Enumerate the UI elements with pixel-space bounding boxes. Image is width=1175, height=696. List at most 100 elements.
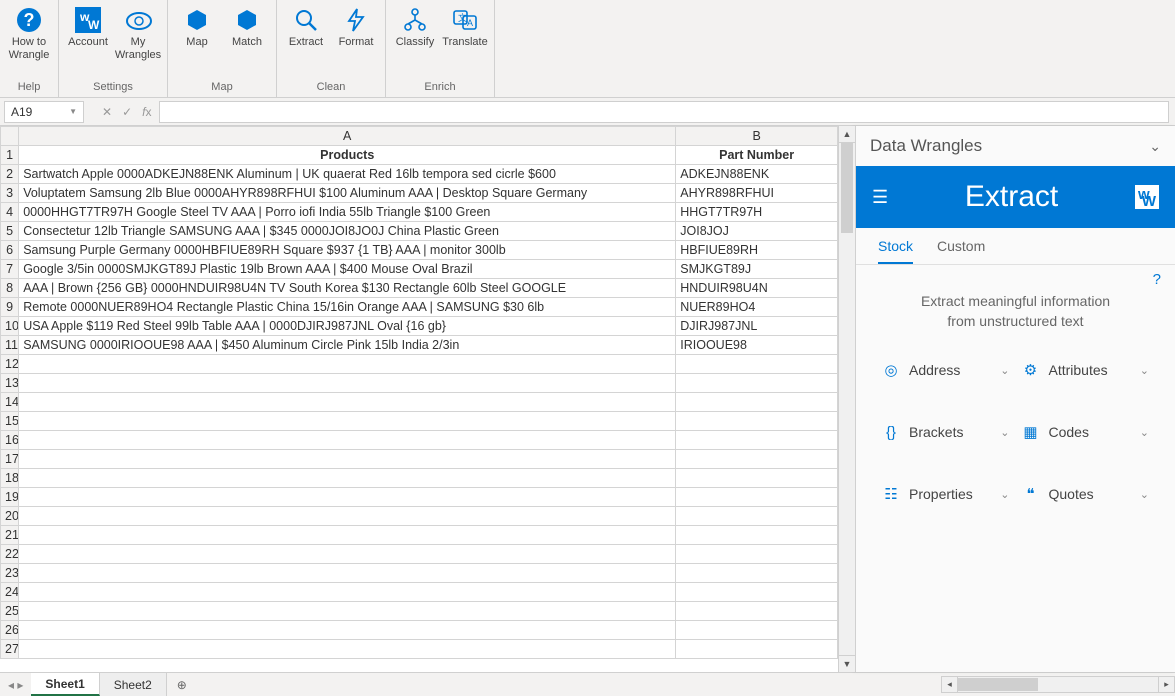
- row-header[interactable]: 3: [1, 184, 19, 203]
- cell[interactable]: [676, 564, 838, 583]
- cell[interactable]: [19, 640, 676, 659]
- sheet-nav[interactable]: ◂ ▸: [0, 673, 31, 696]
- cell[interactable]: Consectetur 12lb Triangle SAMSUNG AAA | …: [19, 222, 676, 241]
- cell[interactable]: SAMSUNG 0000IRIOOUE98 AAA | $450 Aluminu…: [19, 336, 676, 355]
- row-header[interactable]: 20: [1, 507, 19, 526]
- extract-option-quotes[interactable]: ❝Quotes⌄: [1022, 485, 1150, 503]
- row-header[interactable]: 4: [1, 203, 19, 222]
- match-button[interactable]: Match: [224, 6, 270, 49]
- cell[interactable]: Samsung Purple Germany 0000HBFIUE89RH Sq…: [19, 241, 676, 260]
- cell[interactable]: [19, 450, 676, 469]
- row-header[interactable]: 17: [1, 450, 19, 469]
- col-header-b[interactable]: B: [676, 127, 838, 146]
- horizontal-scrollbar[interactable]: ◂ ▸: [941, 673, 1175, 696]
- cell[interactable]: [676, 583, 838, 602]
- cell[interactable]: [19, 507, 676, 526]
- cell[interactable]: [19, 526, 676, 545]
- cell[interactable]: AAA | Brown {256 GB} 0000HNDUIR98U4N TV …: [19, 279, 676, 298]
- row-header[interactable]: 27: [1, 640, 19, 659]
- add-sheet-button[interactable]: ⊕: [167, 673, 197, 696]
- cell[interactable]: [676, 621, 838, 640]
- extract-option-brackets[interactable]: {}Brackets⌄: [882, 423, 1010, 441]
- row-header[interactable]: 11: [1, 336, 19, 355]
- my-wrangles-button[interactable]: MyWrangles: [115, 6, 161, 62]
- cell[interactable]: [676, 431, 838, 450]
- cell[interactable]: Google 3/5in 0000SMJKGT89J Plastic 19lb …: [19, 260, 676, 279]
- cell[interactable]: [19, 564, 676, 583]
- row-header[interactable]: 9: [1, 298, 19, 317]
- row-header[interactable]: 10: [1, 317, 19, 336]
- cell[interactable]: [19, 393, 676, 412]
- hscroll-thumb[interactable]: [958, 678, 1038, 691]
- cell[interactable]: [19, 431, 676, 450]
- row-header[interactable]: 7: [1, 260, 19, 279]
- row-header[interactable]: 1: [1, 146, 19, 165]
- cell[interactable]: [676, 355, 838, 374]
- scroll-left-icon[interactable]: ◂: [941, 676, 958, 693]
- cell[interactable]: NUER89HO4: [676, 298, 838, 317]
- cell[interactable]: HNDUIR98U4N: [676, 279, 838, 298]
- cell[interactable]: [19, 488, 676, 507]
- cell[interactable]: [19, 545, 676, 564]
- cell[interactable]: [19, 469, 676, 488]
- help-icon[interactable]: ?: [1153, 271, 1161, 288]
- collapse-icon[interactable]: ⌄: [1149, 138, 1161, 155]
- tab-custom[interactable]: Custom: [937, 238, 985, 264]
- row-header[interactable]: 5: [1, 222, 19, 241]
- cell[interactable]: IRIOOUE98: [676, 336, 838, 355]
- row-header[interactable]: 24: [1, 583, 19, 602]
- row-header[interactable]: 12: [1, 355, 19, 374]
- extract-option-attributes[interactable]: ⚙Attributes⌄: [1022, 361, 1150, 379]
- enter-icon[interactable]: ✓: [122, 105, 132, 119]
- cell[interactable]: AHYR898RFHUI: [676, 184, 838, 203]
- cell[interactable]: HHGT7TR97H: [676, 203, 838, 222]
- extract-option-properties[interactable]: ☷Properties⌄: [882, 485, 1010, 503]
- cell[interactable]: [676, 469, 838, 488]
- grid[interactable]: A B 1 Products Part Number 2 Sartwatch Ap…: [0, 126, 838, 659]
- sheet-tab-1[interactable]: Sheet1: [31, 673, 99, 696]
- cell[interactable]: USA Apple $119 Red Steel 99lb Table AAA …: [19, 317, 676, 336]
- row-header[interactable]: 21: [1, 526, 19, 545]
- select-all-corner[interactable]: [1, 127, 19, 146]
- row-header[interactable]: 16: [1, 431, 19, 450]
- scroll-up-icon[interactable]: ▲: [839, 126, 855, 143]
- cell[interactable]: [676, 507, 838, 526]
- cell[interactable]: [19, 374, 676, 393]
- extract-option-address[interactable]: ◎Address⌄: [882, 361, 1010, 379]
- cell[interactable]: [676, 526, 838, 545]
- row-header[interactable]: 22: [1, 545, 19, 564]
- cell[interactable]: JOI8JOJ: [676, 222, 838, 241]
- cell[interactable]: Voluptatem Samsung 2lb Blue 0000AHYR898R…: [19, 184, 676, 203]
- row-header[interactable]: 8: [1, 279, 19, 298]
- cancel-icon[interactable]: ✕: [102, 105, 112, 119]
- cell[interactable]: SMJKGT89J: [676, 260, 838, 279]
- row-header[interactable]: 18: [1, 469, 19, 488]
- cell[interactable]: HBFIUE89RH: [676, 241, 838, 260]
- hamburger-icon[interactable]: ☰: [872, 187, 888, 208]
- cell[interactable]: [19, 412, 676, 431]
- scroll-thumb[interactable]: [841, 143, 853, 233]
- row-header[interactable]: 25: [1, 602, 19, 621]
- cell[interactable]: DJIRJ987JNL: [676, 317, 838, 336]
- cell[interactable]: Products: [19, 146, 676, 165]
- cell[interactable]: [676, 374, 838, 393]
- cell[interactable]: [19, 602, 676, 621]
- cell[interactable]: [676, 545, 838, 564]
- tab-stock[interactable]: Stock: [878, 238, 913, 264]
- scroll-right-icon[interactable]: ▸: [1158, 676, 1175, 693]
- vertical-scrollbar[interactable]: ▲ ▼: [838, 126, 855, 672]
- account-button[interactable]: wW Account: [65, 6, 111, 49]
- row-header[interactable]: 19: [1, 488, 19, 507]
- cell[interactable]: [19, 355, 676, 374]
- row-header[interactable]: 2: [1, 165, 19, 184]
- cell[interactable]: Sartwatch Apple 0000ADKEJN88ENK Aluminum…: [19, 165, 676, 184]
- row-header[interactable]: 15: [1, 412, 19, 431]
- sheet-tab-2[interactable]: Sheet2: [100, 673, 167, 696]
- row-header[interactable]: 23: [1, 564, 19, 583]
- extract-option-codes[interactable]: ▦Codes⌄: [1022, 423, 1150, 441]
- cell[interactable]: ADKEJN88ENK: [676, 165, 838, 184]
- row-header[interactable]: 26: [1, 621, 19, 640]
- col-header-a[interactable]: A: [19, 127, 676, 146]
- cell[interactable]: Part Number: [676, 146, 838, 165]
- how-to-wrangle-button[interactable]: ? How toWrangle: [6, 6, 52, 62]
